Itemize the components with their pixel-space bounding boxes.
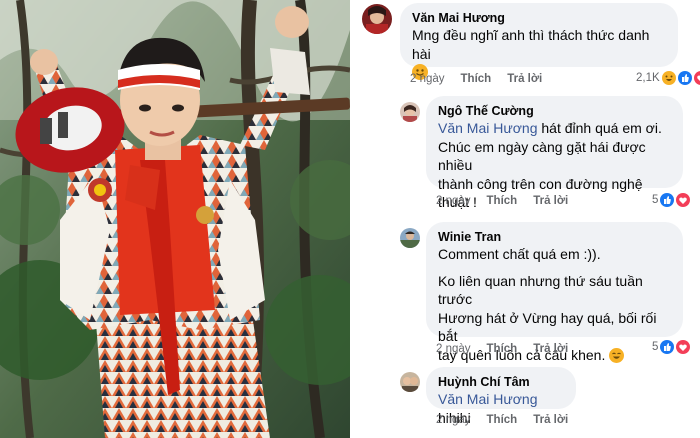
comment-time[interactable]: 2 ngày [436, 195, 471, 207]
comment-author[interactable]: Winie Tran [438, 229, 671, 245]
love-icon [676, 340, 691, 354]
comment-bubble: Văn Mai Hương Mng đều nghĩ anh thì thách… [400, 3, 678, 80]
like-icon [660, 340, 675, 354]
avatar[interactable] [400, 102, 420, 122]
like-link[interactable]: Thích [487, 414, 518, 426]
reply-link[interactable]: Trả lời [507, 73, 542, 85]
like-icon [660, 193, 675, 207]
comment-bubble: Ngô Thế Cường Văn Mai Hương hát đỉnh quá… [426, 96, 683, 210]
reaction-count: 2,1K [636, 72, 660, 84]
comment-actions: 2 ngày Thích Trả lời [436, 414, 568, 426]
singer-photo-illustration [0, 0, 350, 438]
love-icon [676, 193, 691, 207]
comment-time[interactable]: 2 ngày [436, 343, 471, 355]
comment-author[interactable]: Văn Mai Hương [412, 10, 666, 26]
comment-bubble: Winie Tran Comment chất quá em :)). Ko l… [426, 222, 683, 363]
like-link[interactable]: Thích [487, 195, 518, 207]
comment-time[interactable]: 2 ngày [410, 73, 445, 85]
comment-actions: 2 ngày Thích Trả lời [436, 195, 568, 207]
comment-actions: 2 ngày Thích Trả lời [436, 343, 568, 355]
mention-link[interactable]: Văn Mai Hương [438, 391, 537, 407]
haha-icon [661, 71, 676, 85]
comment-actions: 2 ngày Thích Trả lời [410, 73, 542, 85]
comments-panel: Văn Mai Hương Mng đều nghĩ anh thì thách… [352, 0, 700, 438]
like-icon [677, 71, 692, 85]
reaction-summary[interactable]: 2,1K [636, 71, 700, 85]
avatar[interactable] [400, 372, 420, 392]
like-link[interactable]: Thích [487, 343, 518, 355]
post-photo[interactable] [0, 0, 350, 438]
grin-emoji-icon [609, 347, 625, 363]
reaction-count: 5 [652, 341, 659, 353]
avatar[interactable] [362, 4, 392, 34]
love-icon [693, 71, 700, 85]
reaction-summary[interactable]: 5 [652, 340, 691, 354]
reply-link[interactable]: Trả lời [533, 414, 568, 426]
reaction-count: 5 [652, 194, 659, 206]
like-link[interactable]: Thích [461, 73, 492, 85]
comment-bubble: Huỳnh Chí Tâm Văn Mai Hương hihihi [426, 367, 576, 426]
mention-link[interactable]: Văn Mai Hương [438, 120, 537, 136]
comment-time[interactable]: 2 ngày [436, 414, 471, 426]
reply-link[interactable]: Trả lời [533, 195, 568, 207]
comment-author[interactable]: Ngô Thế Cường [438, 103, 671, 119]
avatar[interactable] [400, 228, 420, 248]
comment-author[interactable]: Huỳnh Chí Tâm [438, 374, 564, 390]
reply-link[interactable]: Trả lời [533, 343, 568, 355]
reaction-summary[interactable]: 5 [652, 193, 691, 207]
